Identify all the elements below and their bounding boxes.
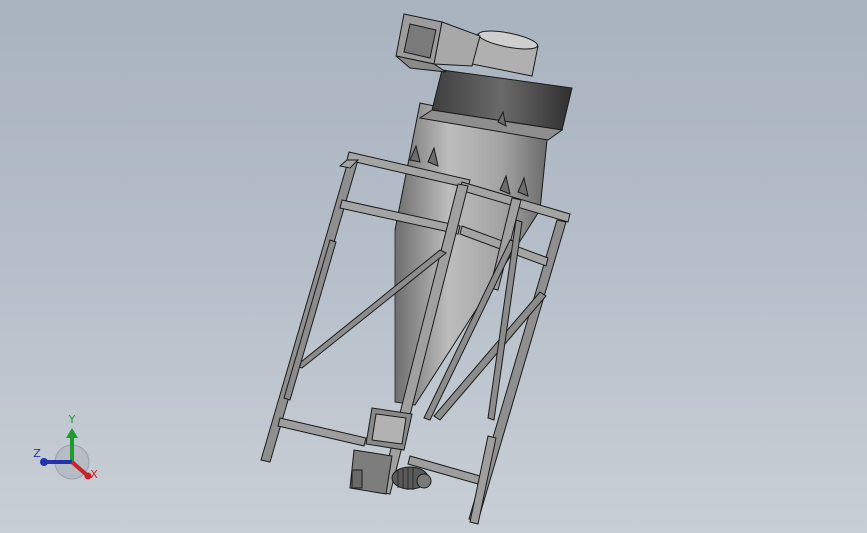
cad-3d-viewport[interactable]: Y Z X <box>0 0 867 533</box>
cyclone-model[interactable] <box>0 0 867 533</box>
inlet-duct[interactable] <box>395 13 481 73</box>
outlet-pipe[interactable] <box>471 27 539 77</box>
axis-triad: Y Z X <box>33 413 98 481</box>
motor[interactable] <box>391 466 432 490</box>
y-axis-label: Y <box>68 413 76 426</box>
z-axis-label: Z <box>33 447 41 460</box>
x-axis-label: X <box>90 468 98 481</box>
